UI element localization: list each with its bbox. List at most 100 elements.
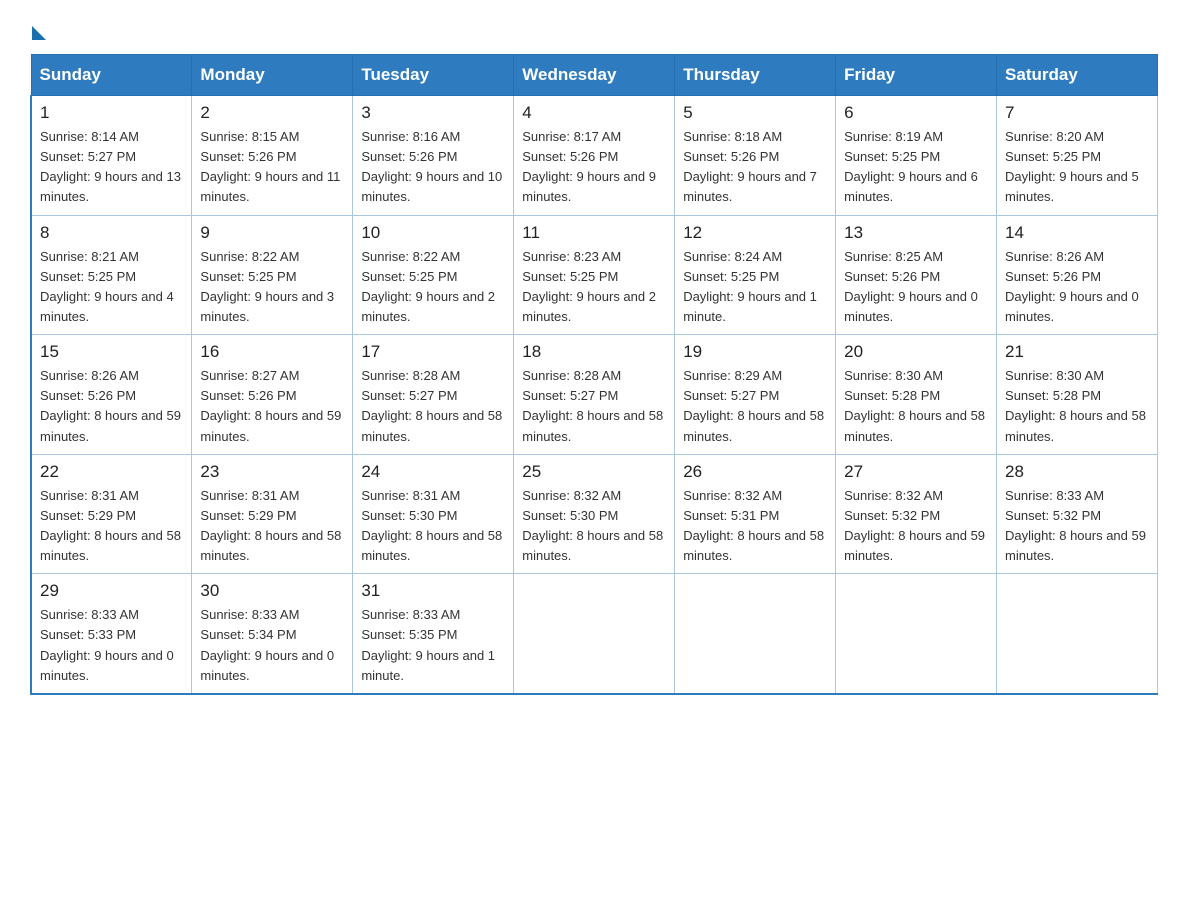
day-number: 1 [40,103,183,123]
day-number: 3 [361,103,505,123]
day-info: Sunrise: 8:33 AMSunset: 5:33 PMDaylight:… [40,605,183,686]
calendar-cell: 28 Sunrise: 8:33 AMSunset: 5:32 PMDaylig… [997,454,1158,574]
calendar-cell [836,574,997,694]
header-saturday: Saturday [997,55,1158,96]
day-info: Sunrise: 8:25 AMSunset: 5:26 PMDaylight:… [844,247,988,328]
day-number: 4 [522,103,666,123]
day-info: Sunrise: 8:19 AMSunset: 5:25 PMDaylight:… [844,127,988,208]
calendar-cell: 31 Sunrise: 8:33 AMSunset: 5:35 PMDaylig… [353,574,514,694]
day-info: Sunrise: 8:14 AMSunset: 5:27 PMDaylight:… [40,127,183,208]
calendar-cell: 23 Sunrise: 8:31 AMSunset: 5:29 PMDaylig… [192,454,353,574]
day-info: Sunrise: 8:33 AMSunset: 5:34 PMDaylight:… [200,605,344,686]
day-number: 15 [40,342,183,362]
calendar-cell [514,574,675,694]
calendar-cell: 5 Sunrise: 8:18 AMSunset: 5:26 PMDayligh… [675,96,836,216]
day-info: Sunrise: 8:15 AMSunset: 5:26 PMDaylight:… [200,127,344,208]
calendar-cell: 12 Sunrise: 8:24 AMSunset: 5:25 PMDaylig… [675,215,836,335]
day-number: 30 [200,581,344,601]
day-info: Sunrise: 8:26 AMSunset: 5:26 PMDaylight:… [40,366,183,447]
day-number: 5 [683,103,827,123]
logo [30,20,46,36]
calendar-cell: 19 Sunrise: 8:29 AMSunset: 5:27 PMDaylig… [675,335,836,455]
calendar-cell: 21 Sunrise: 8:30 AMSunset: 5:28 PMDaylig… [997,335,1158,455]
calendar-cell: 11 Sunrise: 8:23 AMSunset: 5:25 PMDaylig… [514,215,675,335]
calendar-cell: 14 Sunrise: 8:26 AMSunset: 5:26 PMDaylig… [997,215,1158,335]
day-info: Sunrise: 8:31 AMSunset: 5:29 PMDaylight:… [200,486,344,567]
day-number: 8 [40,223,183,243]
day-info: Sunrise: 8:31 AMSunset: 5:30 PMDaylight:… [361,486,505,567]
day-info: Sunrise: 8:17 AMSunset: 5:26 PMDaylight:… [522,127,666,208]
day-number: 19 [683,342,827,362]
day-info: Sunrise: 8:33 AMSunset: 5:35 PMDaylight:… [361,605,505,686]
calendar-cell: 13 Sunrise: 8:25 AMSunset: 5:26 PMDaylig… [836,215,997,335]
day-number: 18 [522,342,666,362]
calendar-cell: 24 Sunrise: 8:31 AMSunset: 5:30 PMDaylig… [353,454,514,574]
calendar-table: SundayMondayTuesdayWednesdayThursdayFrid… [30,54,1158,695]
calendar-cell: 3 Sunrise: 8:16 AMSunset: 5:26 PMDayligh… [353,96,514,216]
calendar-cell: 1 Sunrise: 8:14 AMSunset: 5:27 PMDayligh… [31,96,192,216]
day-info: Sunrise: 8:22 AMSunset: 5:25 PMDaylight:… [361,247,505,328]
day-number: 27 [844,462,988,482]
day-number: 14 [1005,223,1149,243]
day-info: Sunrise: 8:18 AMSunset: 5:26 PMDaylight:… [683,127,827,208]
day-info: Sunrise: 8:26 AMSunset: 5:26 PMDaylight:… [1005,247,1149,328]
day-info: Sunrise: 8:30 AMSunset: 5:28 PMDaylight:… [1005,366,1149,447]
calendar-cell: 4 Sunrise: 8:17 AMSunset: 5:26 PMDayligh… [514,96,675,216]
calendar-cell: 18 Sunrise: 8:28 AMSunset: 5:27 PMDaylig… [514,335,675,455]
day-number: 31 [361,581,505,601]
day-number: 20 [844,342,988,362]
day-number: 13 [844,223,988,243]
calendar-cell [675,574,836,694]
calendar-week-2: 8 Sunrise: 8:21 AMSunset: 5:25 PMDayligh… [31,215,1158,335]
day-number: 24 [361,462,505,482]
day-info: Sunrise: 8:28 AMSunset: 5:27 PMDaylight:… [522,366,666,447]
day-info: Sunrise: 8:27 AMSunset: 5:26 PMDaylight:… [200,366,344,447]
day-number: 10 [361,223,505,243]
calendar-header-row: SundayMondayTuesdayWednesdayThursdayFrid… [31,55,1158,96]
day-info: Sunrise: 8:16 AMSunset: 5:26 PMDaylight:… [361,127,505,208]
calendar-cell: 26 Sunrise: 8:32 AMSunset: 5:31 PMDaylig… [675,454,836,574]
day-info: Sunrise: 8:21 AMSunset: 5:25 PMDaylight:… [40,247,183,328]
day-number: 9 [200,223,344,243]
calendar-week-1: 1 Sunrise: 8:14 AMSunset: 5:27 PMDayligh… [31,96,1158,216]
calendar-cell: 20 Sunrise: 8:30 AMSunset: 5:28 PMDaylig… [836,335,997,455]
calendar-week-5: 29 Sunrise: 8:33 AMSunset: 5:33 PMDaylig… [31,574,1158,694]
calendar-week-4: 22 Sunrise: 8:31 AMSunset: 5:29 PMDaylig… [31,454,1158,574]
calendar-cell: 25 Sunrise: 8:32 AMSunset: 5:30 PMDaylig… [514,454,675,574]
calendar-cell: 8 Sunrise: 8:21 AMSunset: 5:25 PMDayligh… [31,215,192,335]
day-info: Sunrise: 8:30 AMSunset: 5:28 PMDaylight:… [844,366,988,447]
day-info: Sunrise: 8:33 AMSunset: 5:32 PMDaylight:… [1005,486,1149,567]
day-info: Sunrise: 8:20 AMSunset: 5:25 PMDaylight:… [1005,127,1149,208]
calendar-cell: 7 Sunrise: 8:20 AMSunset: 5:25 PMDayligh… [997,96,1158,216]
header-wednesday: Wednesday [514,55,675,96]
day-number: 21 [1005,342,1149,362]
header-sunday: Sunday [31,55,192,96]
day-number: 12 [683,223,827,243]
day-info: Sunrise: 8:32 AMSunset: 5:32 PMDaylight:… [844,486,988,567]
calendar-cell: 2 Sunrise: 8:15 AMSunset: 5:26 PMDayligh… [192,96,353,216]
day-info: Sunrise: 8:29 AMSunset: 5:27 PMDaylight:… [683,366,827,447]
calendar-cell [997,574,1158,694]
calendar-cell: 29 Sunrise: 8:33 AMSunset: 5:33 PMDaylig… [31,574,192,694]
day-number: 28 [1005,462,1149,482]
calendar-cell: 30 Sunrise: 8:33 AMSunset: 5:34 PMDaylig… [192,574,353,694]
calendar-cell: 15 Sunrise: 8:26 AMSunset: 5:26 PMDaylig… [31,335,192,455]
day-number: 6 [844,103,988,123]
day-number: 17 [361,342,505,362]
calendar-cell: 16 Sunrise: 8:27 AMSunset: 5:26 PMDaylig… [192,335,353,455]
day-number: 16 [200,342,344,362]
logo-arrow-icon [32,26,46,40]
day-info: Sunrise: 8:23 AMSunset: 5:25 PMDaylight:… [522,247,666,328]
day-number: 7 [1005,103,1149,123]
day-number: 26 [683,462,827,482]
day-number: 25 [522,462,666,482]
calendar-cell: 27 Sunrise: 8:32 AMSunset: 5:32 PMDaylig… [836,454,997,574]
day-number: 29 [40,581,183,601]
header-monday: Monday [192,55,353,96]
day-info: Sunrise: 8:31 AMSunset: 5:29 PMDaylight:… [40,486,183,567]
day-info: Sunrise: 8:22 AMSunset: 5:25 PMDaylight:… [200,247,344,328]
day-info: Sunrise: 8:32 AMSunset: 5:30 PMDaylight:… [522,486,666,567]
header-tuesday: Tuesday [353,55,514,96]
day-info: Sunrise: 8:28 AMSunset: 5:27 PMDaylight:… [361,366,505,447]
day-number: 23 [200,462,344,482]
